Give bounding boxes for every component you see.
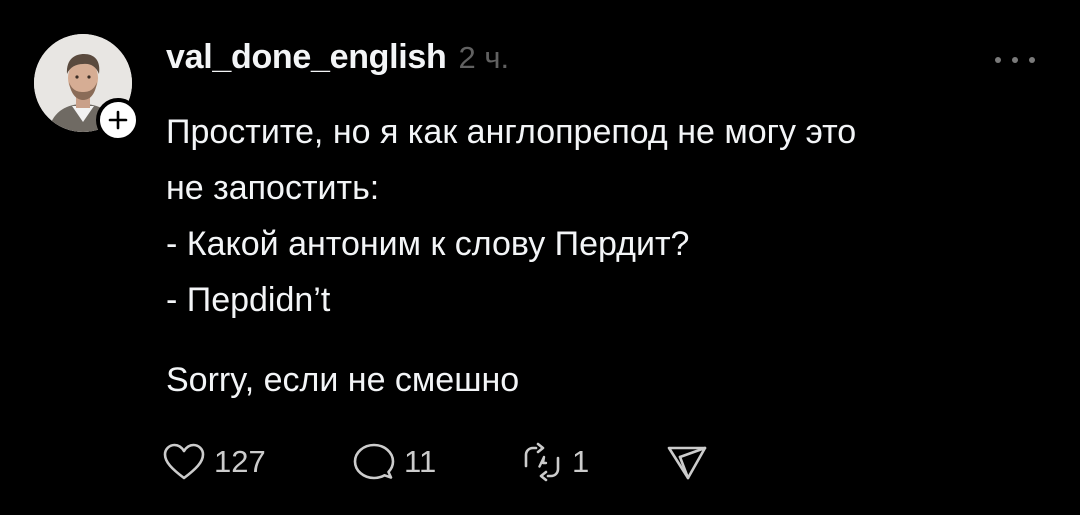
more-options-button[interactable] [990,48,1040,72]
thread-post: val_done_english 2 ч. Простите, но я как… [0,0,1080,515]
share-button[interactable] [665,442,725,482]
repost-button[interactable]: 1 [520,442,665,482]
post-actions: 127 11 1 [162,440,725,484]
send-icon [667,446,707,480]
comment-icon [353,443,395,480]
plus-icon [108,110,128,130]
more-horizontal-icon [995,57,1035,63]
follow-button[interactable] [96,98,140,142]
reply-button[interactable]: 11 [352,442,520,482]
post-body: Простите, но я как англопрепод не могу э… [166,104,1046,408]
reply-count: 11 [404,444,437,479]
post-text-paragraph: Sorry, если не смешно [166,361,520,399]
repost-icon [524,442,560,482]
heart-icon [163,443,205,480]
repost-count: 1 [572,444,590,479]
post-text-line: не запостить: [166,169,380,207]
like-count: 127 [214,444,266,479]
post-text-line: - Пepdidn’t [166,281,331,319]
avatar-container [34,34,140,142]
post-header: val_done_english 2 ч. [166,38,509,86]
post-timestamp[interactable]: 2 ч. [459,40,510,76]
like-button[interactable]: 127 [162,442,352,482]
post-text-line: Простите, но я как англопрепод не могу э… [166,113,857,151]
post-text-line: - Какой антоним к слову Пердит? [166,225,690,263]
username-link[interactable]: val_done_english [166,38,447,77]
